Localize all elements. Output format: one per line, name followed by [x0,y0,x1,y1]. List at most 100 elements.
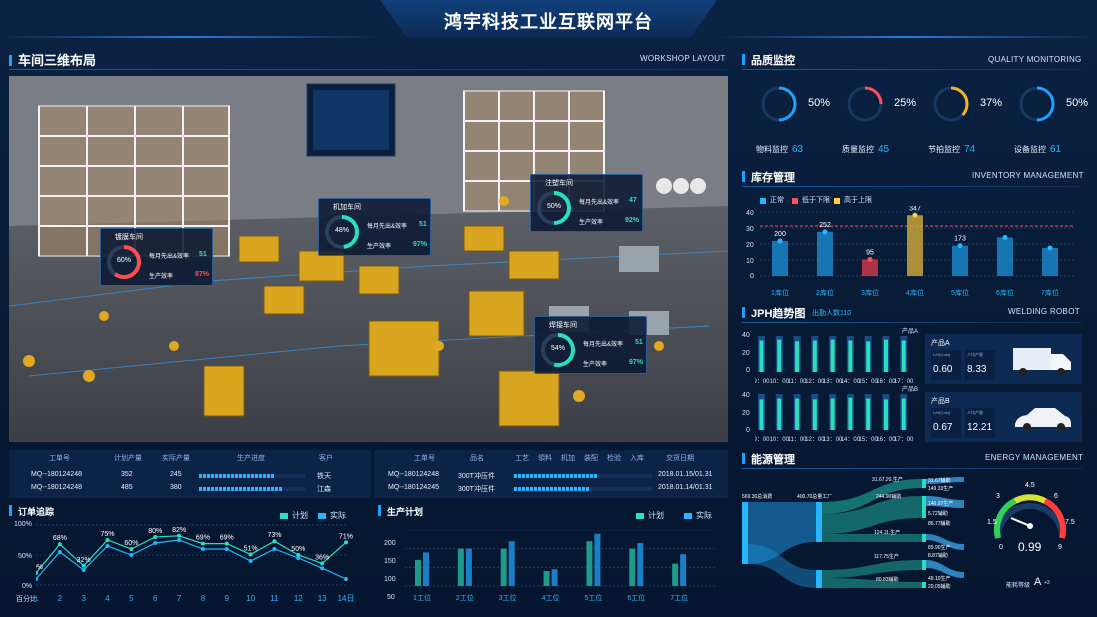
product-a-name: 产品A [931,340,950,347]
plan-point [177,533,182,538]
quality-en: QUALITY MONITORING [988,55,1082,64]
data-label: 252 [819,222,831,229]
panel-r2-val: 97% [629,359,644,366]
y-tick: 50% [18,553,33,560]
jph-bar [883,399,888,430]
x-tick: 2库位 [816,288,834,297]
plan-point [57,542,62,547]
inventory-bar [997,237,1013,276]
actual-point [320,566,325,571]
jph-bar [777,398,782,430]
truck-icon [1013,348,1071,376]
workshop-panel-welding[interactable]: 焊接车间 54% 每月先出&效率 51 生产效率 97% [534,316,647,374]
x-tick: 11 [270,594,279,603]
energy-out-label: 29.05辅助 [928,584,951,590]
data-label: 347 [909,206,921,212]
ring-value: 50% [1065,97,1089,109]
quality-label-row: 节拍监控 74 [928,139,975,157]
th: 实际产量 [162,455,190,462]
data-label: 82% [172,527,186,534]
output-label: 人均产量 [967,352,983,357]
jph-title: JPH趋势图 [742,305,805,321]
dashboard: 鸿宇科技工业互联网平台 车间三维布局 WORKSHOP LAYOUT 镀膜车间 … [0,0,1097,617]
product-b-name: 产品B [931,398,950,405]
inventory-en: INVENTORY MANAGEMENT [972,171,1084,180]
panel-pct: 50% [546,203,561,210]
bar-actual [637,543,644,586]
workshop-panel-coating[interactable]: 镀膜车间 60% 每月先出&效率 51 生产效率 87% [100,228,213,286]
order-track-line-chart: 20% 68% 32% 75% 60% 80% 82% 69% 69% 51% 73% 50% 36% 7… [36,524,354,603]
bar-actual [594,533,601,586]
inventory-bar-chart: 200 1库位 252 2库位 95 3库位 347 4库位 173 5库位 6库位 7库位 [760,206,1075,297]
quality-item[interactable]: 50% 物料监控 63 [742,82,830,157]
data-label: 69% [220,535,234,542]
y-tick: 100% [14,521,32,528]
product-a-card[interactable]: 产品A L/H(Cost) 0.60 人均产量 8.33 [925,334,1082,384]
quality-num: 45 [878,144,890,155]
quality-item[interactable]: 25% 质量监控 45 [828,82,916,157]
bar-actual [423,552,429,586]
energy-flow-label: 31.67.20.生产 [872,477,903,483]
plan-point [320,561,325,566]
data-label: 60% [124,540,138,547]
x-tick: 17：00 [894,437,914,443]
inventory-title: 库存管理 [742,169,795,185]
x-tick: 10：00 [770,379,790,385]
x-tick: 9：00 [755,437,770,443]
x-tick: 7 [177,594,182,603]
legend-plan: 计划 [648,511,664,520]
quality-num: 74 [964,144,976,155]
actual-point [344,577,348,581]
gauge-tick: 1.5 [987,519,997,526]
page-title: 鸿宇科技工业互联网平台 [444,12,653,32]
plan-point [200,541,205,546]
jph-bar [777,339,782,372]
panel-r2-val: 97% [413,241,428,248]
th: 品名 [470,455,484,462]
legend-high-swatch [834,198,840,204]
data-label: 36% [315,554,329,561]
panel-r1-val: 51 [199,251,207,258]
order-table-2: 工单号 品名 工艺 領料 机加 装配 检验 入库 交货日期 MQ--180124… [374,450,728,498]
progress-fill [514,474,597,478]
energy-src-label: 569.30总消费 [742,494,773,500]
panel-r1-label: 每月先出&效率 [583,342,624,348]
x-tick: 2 [58,594,63,603]
x-tick: 3库位 [861,288,879,297]
jph-bar [883,339,888,372]
progress-bar [199,474,305,478]
jph-bar [795,341,800,372]
panel-r2-val: 87% [195,271,210,278]
legend-normal-swatch [760,198,766,204]
table-cell: 铁天 [317,473,331,480]
x-tick: 7库位 [1041,288,1059,297]
quality-item[interactable]: 50% 设备监控 61 [1000,82,1088,157]
progress-fill [199,487,282,491]
bar-actual [680,554,687,586]
energy-out-label: 5.72辅助 [928,511,948,517]
panel-r1-val: 47 [629,197,637,204]
bar-cap [867,256,873,262]
ring-svg [933,86,969,122]
workshop-panel-injection[interactable]: 注塑车间 50% 每月先出&效率 47 生产效率 92% [530,174,643,232]
th: 工单号 [414,455,435,462]
output-box: 人均产量 8.33 [965,350,995,380]
jph-chart-b: 9：00 10：0011：0012：0013：0014：0015：0016：001… [755,394,914,443]
actual-point [129,553,134,557]
table-cell: 300T冲压件 [458,486,495,493]
workshop-panel-machining[interactable]: 机加车间 48% 每月先出&效率 51 生产效率 97% [318,198,431,256]
energy-out-label: 149.33生产 [928,486,954,492]
ring-svg [1019,86,1055,122]
y-tick: 40 [742,392,750,399]
actual-point [224,547,229,551]
data-label: 20% [36,564,43,571]
panel-r2-val: 92% [625,217,640,224]
th: 工单号 [49,455,70,462]
energy-out-label: 31.67辅助 [928,478,951,484]
product-b-card[interactable]: 产品B L/H(Cost) 0.67 人均产量 12.21 [925,392,1082,442]
data-label: 200 [774,231,786,238]
plan-point [224,541,229,546]
energy-out-label: 8.87辅助 [928,553,948,559]
quality-item[interactable]: 37% 节拍监控 74 [914,82,1002,157]
actual-point [296,556,301,560]
